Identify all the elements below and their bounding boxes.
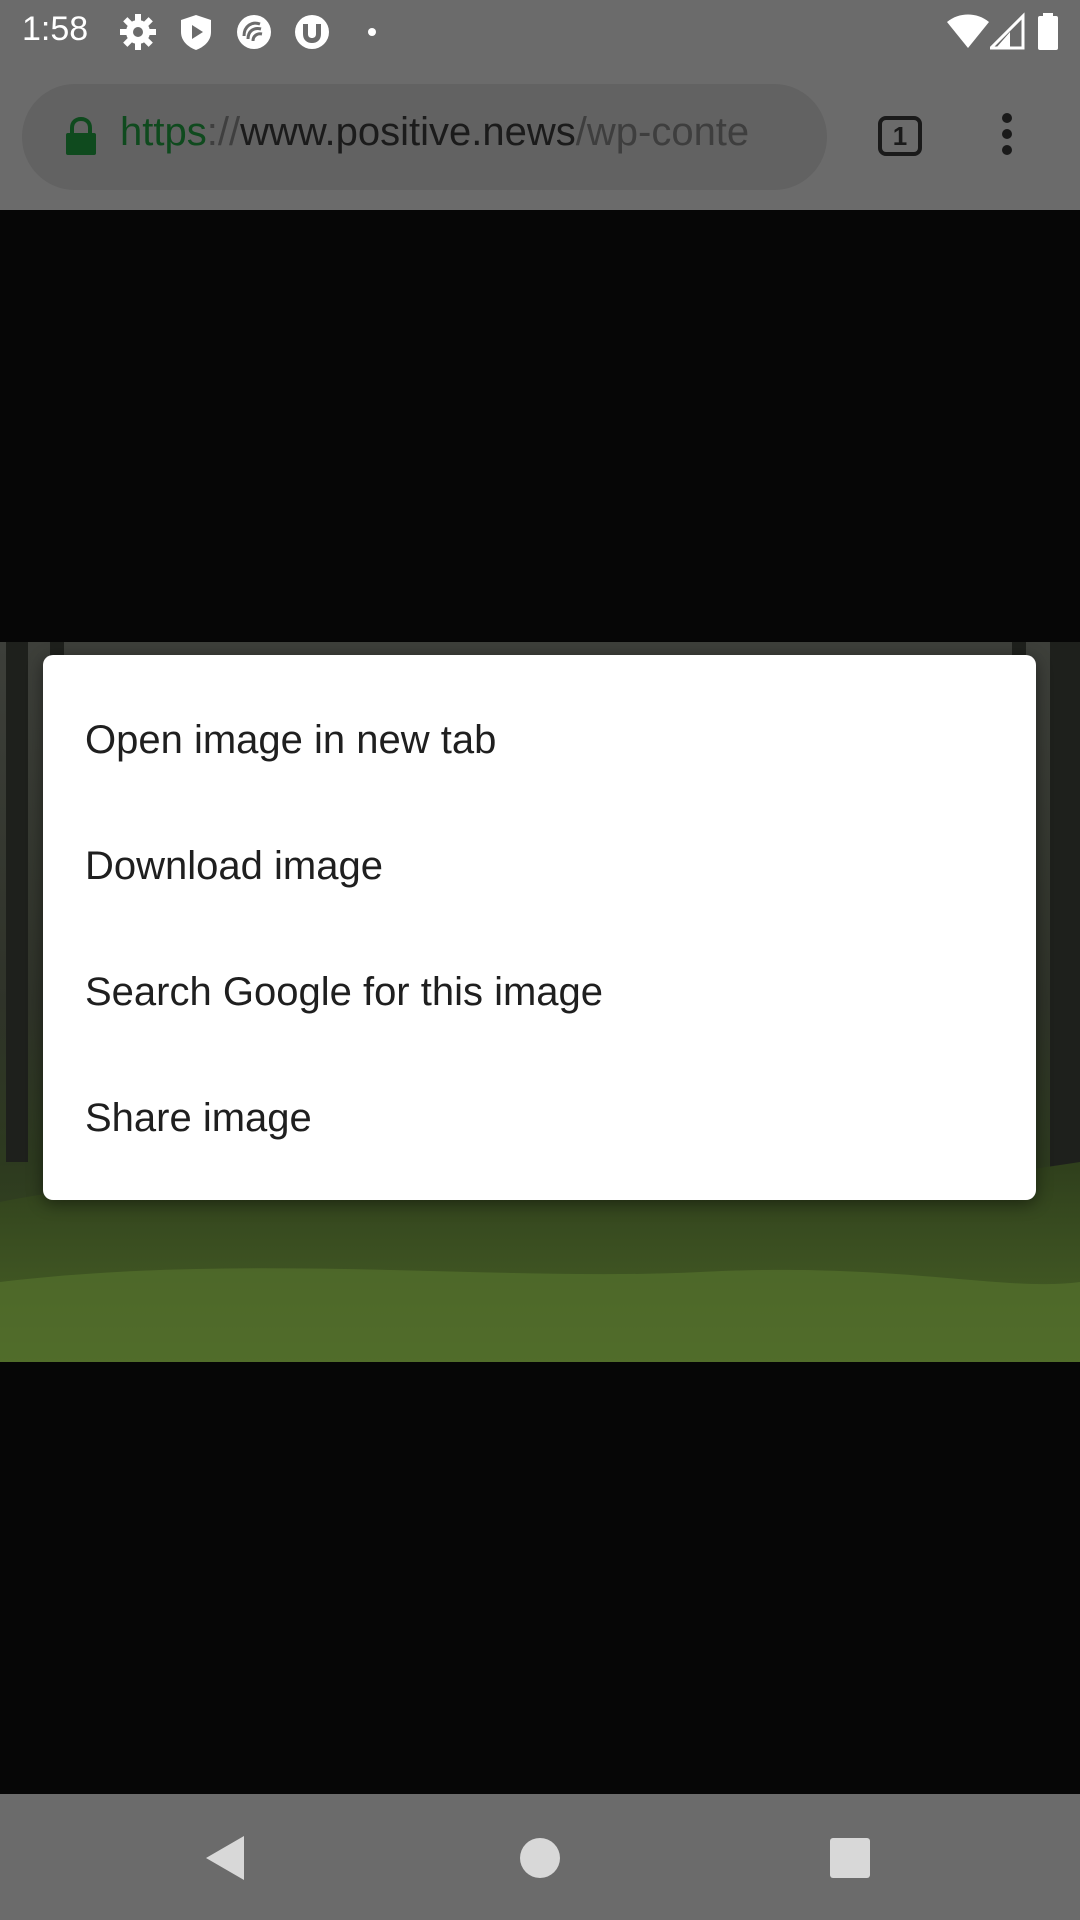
status-bar: 1:58 <box>0 0 1080 64</box>
menu-item-open-in-new-tab[interactable]: Open image in new tab <box>43 677 1036 803</box>
image-context-menu: Open image in new tab Download image Sea… <box>43 655 1036 1200</box>
overflow-menu-icon[interactable] <box>1000 112 1014 156</box>
torrent-icon <box>295 15 329 49</box>
status-time: 1:58 <box>22 10 89 48</box>
menu-item-search-google[interactable]: Search Google for this image <box>43 929 1036 1055</box>
menu-item-download-image[interactable]: Download image <box>43 803 1036 929</box>
lock-icon <box>66 117 96 155</box>
url-scheme: https <box>120 110 207 154</box>
settings-icon <box>120 14 156 50</box>
shield-play-icon <box>181 15 211 50</box>
dot-icon <box>368 28 376 36</box>
url-text: https://www.positive.news/wp-conte <box>120 110 820 155</box>
url-host: www.positive.news <box>240 110 576 154</box>
browser-toolbar: https://www.positive.news/wp-conte 1 <box>0 64 1080 210</box>
back-icon[interactable] <box>198 1830 254 1886</box>
signal-icon <box>990 12 1025 50</box>
tab-switcher-button[interactable]: 1 <box>878 116 922 156</box>
navigation-bar <box>0 1794 1080 1920</box>
tab-count: 1 <box>892 121 908 151</box>
url-path: /wp-conte <box>575 110 750 154</box>
wifi-icon <box>947 14 989 48</box>
url-separator: :// <box>206 110 241 154</box>
battery-icon <box>1038 13 1058 50</box>
menu-item-share-image[interactable]: Share image <box>43 1055 1036 1181</box>
app-swirl-icon <box>237 15 271 49</box>
home-icon[interactable] <box>512 1830 568 1886</box>
recents-icon[interactable] <box>822 1830 878 1886</box>
url-bar[interactable]: https://www.positive.news/wp-conte <box>22 84 827 190</box>
